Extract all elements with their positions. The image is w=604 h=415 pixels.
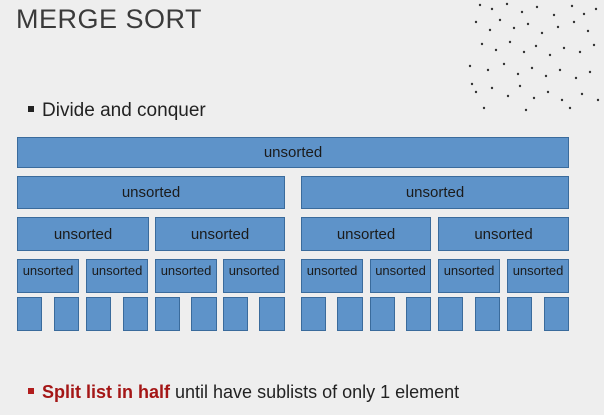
- level3-box: unsorted: [507, 259, 569, 293]
- level4-box: [86, 297, 111, 331]
- level2-box: unsorted: [301, 217, 431, 251]
- level4-box: [438, 297, 463, 331]
- level4-box: [406, 297, 431, 331]
- bullet-divide-and-conquer: Divide and conquer: [28, 100, 206, 122]
- level2-box: unsorted: [438, 217, 569, 251]
- level4-box: [475, 297, 500, 331]
- level4-box: [370, 297, 395, 331]
- bullet-square-icon: [28, 388, 34, 395]
- level3-box: unsorted: [223, 259, 285, 293]
- level0-box: unsorted: [17, 137, 569, 168]
- level4-box: [54, 297, 79, 331]
- level3-box: unsorted: [301, 259, 363, 293]
- bullet-split-list: Split list in half until have sublists o…: [28, 382, 459, 403]
- decorative-dots: [468, 2, 600, 112]
- slide-title: MERGE SORT: [16, 4, 203, 34]
- level3-box: unsorted: [155, 259, 217, 293]
- level4-box: [337, 297, 363, 331]
- level4-box: [223, 297, 248, 331]
- level3-box: unsorted: [370, 259, 431, 293]
- level4-box: [17, 297, 42, 331]
- level3-box: unsorted: [438, 259, 500, 293]
- level1-box: unsorted: [17, 176, 285, 209]
- bullet-rest: until have sublists of only 1 element: [170, 382, 460, 402]
- level4-box: [507, 297, 532, 331]
- level4-box: [191, 297, 217, 331]
- level4-box: [259, 297, 285, 331]
- bullet-text: Divide and conquer: [42, 100, 206, 121]
- level2-box: unsorted: [17, 217, 149, 251]
- level4-box: [301, 297, 326, 331]
- level4-box: [155, 297, 180, 331]
- level4-box: [544, 297, 569, 331]
- level3-box: unsorted: [17, 259, 79, 293]
- level2-box: unsorted: [155, 217, 285, 251]
- bullet-square-icon: [28, 105, 34, 112]
- level1-box: unsorted: [301, 176, 569, 209]
- level3-box: unsorted: [86, 259, 148, 293]
- bullet-highlight: Split list in half: [42, 382, 171, 402]
- level4-box: [123, 297, 148, 331]
